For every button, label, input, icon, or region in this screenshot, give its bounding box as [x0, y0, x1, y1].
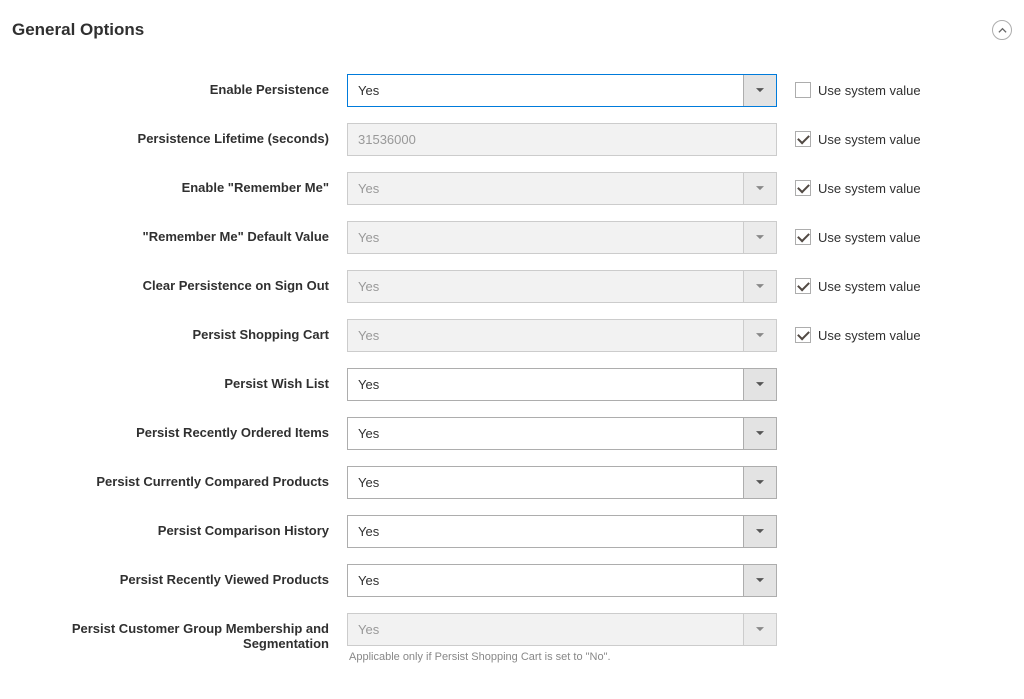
persist-currently-compared-value: Yes [348, 475, 743, 490]
persist-recently-viewed-label: Persist Recently Viewed Products [12, 564, 347, 587]
chevron-down-icon [743, 418, 776, 449]
persist-customer-group-note: Applicable only if Persist Shopping Cart… [347, 651, 777, 663]
persist-wish-list-value: Yes [348, 377, 743, 392]
enable-remember-me-label: Enable "Remember Me" [12, 172, 347, 195]
enable-remember-me-select: Yes [347, 172, 777, 205]
persist-recently-viewed-value: Yes [348, 573, 743, 588]
persistence-lifetime-label: Persistence Lifetime (seconds) [12, 123, 347, 146]
use-system-value-label[interactable]: Use system value [818, 83, 921, 98]
use-system-value-label[interactable]: Use system value [818, 230, 921, 245]
collapse-section-button[interactable] [992, 20, 1012, 40]
chevron-down-icon [743, 467, 776, 498]
persist-comparison-history-select[interactable]: Yes [347, 515, 777, 548]
use-system-value-label[interactable]: Use system value [818, 328, 921, 343]
remember-me-default-use-system-checkbox[interactable] [795, 229, 811, 245]
enable-remember-me-use-system-checkbox[interactable] [795, 180, 811, 196]
chevron-down-icon [743, 565, 776, 596]
persist-wish-list-label: Persist Wish List [12, 368, 347, 391]
enable-persistence-use-system-checkbox[interactable] [795, 82, 811, 98]
persist-comparison-history-value: Yes [348, 524, 743, 539]
use-system-value-label[interactable]: Use system value [818, 181, 921, 196]
clear-on-sign-out-value: Yes [348, 279, 743, 294]
persist-customer-group-label: Persist Customer Group Membership and Se… [12, 613, 347, 651]
persist-recently-ordered-value: Yes [348, 426, 743, 441]
remember-me-default-label: "Remember Me" Default Value [12, 221, 347, 244]
persist-recently-viewed-select[interactable]: Yes [347, 564, 777, 597]
persist-currently-compared-label: Persist Currently Compared Products [12, 466, 347, 489]
chevron-down-icon [743, 369, 776, 400]
persist-currently-compared-select[interactable]: Yes [347, 466, 777, 499]
chevron-down-icon [743, 75, 776, 106]
use-system-value-label[interactable]: Use system value [818, 279, 921, 294]
chevron-down-icon [743, 222, 776, 253]
persistence-lifetime-use-system-checkbox[interactable] [795, 131, 811, 147]
persist-shopping-cart-select: Yes [347, 319, 777, 352]
remember-me-default-value: Yes [348, 230, 743, 245]
persist-shopping-cart-label: Persist Shopping Cart [12, 319, 347, 342]
section-title: General Options [12, 20, 144, 40]
persist-shopping-cart-use-system-checkbox[interactable] [795, 327, 811, 343]
chevron-down-icon [743, 320, 776, 351]
use-system-value-label[interactable]: Use system value [818, 132, 921, 147]
persist-comparison-history-label: Persist Comparison History [12, 515, 347, 538]
chevron-down-icon [743, 516, 776, 547]
persist-customer-group-select: Yes [347, 613, 777, 646]
chevron-down-icon [743, 271, 776, 302]
remember-me-default-select: Yes [347, 221, 777, 254]
enable-persistence-label: Enable Persistence [12, 74, 347, 97]
clear-on-sign-out-select: Yes [347, 270, 777, 303]
persistence-lifetime-input [347, 123, 777, 156]
chevron-down-icon [743, 173, 776, 204]
persist-recently-ordered-label: Persist Recently Ordered Items [12, 417, 347, 440]
enable-persistence-select[interactable]: Yes [347, 74, 777, 107]
clear-on-sign-out-use-system-checkbox[interactable] [795, 278, 811, 294]
persist-recently-ordered-select[interactable]: Yes [347, 417, 777, 450]
chevron-up-icon [998, 23, 1007, 38]
persist-wish-list-select[interactable]: Yes [347, 368, 777, 401]
persist-shopping-cart-value: Yes [348, 328, 743, 343]
enable-persistence-value: Yes [348, 83, 743, 98]
clear-on-sign-out-label: Clear Persistence on Sign Out [12, 270, 347, 293]
chevron-down-icon [743, 614, 776, 645]
persist-customer-group-value: Yes [348, 622, 743, 637]
enable-remember-me-value: Yes [348, 181, 743, 196]
